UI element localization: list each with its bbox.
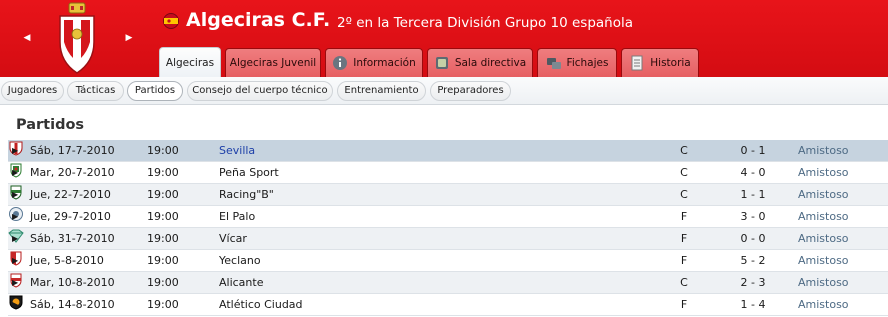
tab-label: Historia <box>650 57 691 69</box>
match-date: Jue, 29-7-2010 <box>30 210 111 223</box>
info-icon <box>333 56 348 70</box>
match-arrow-icon: ▶ <box>12 212 19 221</box>
tab-algeciras-juvenil[interactable]: Algeciras Juvenil <box>225 48 321 77</box>
subnav-bar: Jugadores Tácticas Partidos Consejo del … <box>0 77 888 105</box>
tab-label: Algeciras Juvenil <box>229 57 317 69</box>
match-venue: C <box>680 166 688 179</box>
club-league-position: 2º en la Tercera División Grupo 10 españ… <box>337 15 634 31</box>
opponent-name[interactable]: Alicante <box>219 272 263 294</box>
match-arrow-icon: ▶ <box>12 256 19 265</box>
tab-label: Información <box>353 57 416 69</box>
match-date: Mar, 20-7-2010 <box>30 166 115 179</box>
subnav-entrenamiento[interactable]: Entrenamiento <box>337 81 426 101</box>
match-arrow-icon: ▶ <box>12 146 19 155</box>
match-venue: C <box>680 276 688 289</box>
tab-sala-directiva[interactable]: Sala directiva <box>427 48 533 77</box>
match-time: 19:00 <box>147 188 179 201</box>
match-score[interactable]: 2 - 3 <box>730 272 776 294</box>
match-time: 19:00 <box>147 144 179 157</box>
match-row[interactable]: ▶ Jue, 5-8-2010 19:00 Yeclano F 5 - 2 Am… <box>8 250 888 272</box>
opponent-name[interactable]: Yeclano <box>219 250 261 272</box>
match-time: 19:00 <box>147 210 179 223</box>
match-arrow-icon: ▶ <box>12 300 19 309</box>
match-row[interactable]: ▶ Mar, 20-7-2010 19:00 Peña Sport C 4 - … <box>8 162 888 184</box>
match-row[interactable]: ▶ Sáb, 31-7-2010 19:00 Vícar F 0 - 0 Ami… <box>8 228 888 250</box>
subnav-tacticas[interactable]: Tácticas <box>67 81 124 101</box>
tab-label: Algeciras <box>165 56 215 69</box>
match-time: 19:00 <box>147 298 179 311</box>
match-time: 19:00 <box>147 276 179 289</box>
opponent-name[interactable]: Peña Sport <box>219 162 279 184</box>
subnav-preparadores[interactable]: Preparadores <box>430 81 511 101</box>
match-row[interactable]: ▶ Sáb, 17-7-2010 19:00 Sevilla C 0 - 1 A… <box>8 140 888 162</box>
match-competition[interactable]: Amistoso <box>798 140 849 162</box>
match-date: Sáb, 17-7-2010 <box>30 144 115 157</box>
opponent-name[interactable]: El Palo <box>219 206 255 228</box>
transfers-icon <box>546 58 561 69</box>
match-date: Sáb, 31-7-2010 <box>30 232 115 245</box>
match-competition[interactable]: Amistoso <box>798 272 849 294</box>
match-score[interactable]: 3 - 0 <box>730 206 776 228</box>
opponent-name[interactable]: Atlético Ciudad <box>219 294 303 316</box>
match-time: 19:00 <box>147 254 179 267</box>
tab-fichajes[interactable]: Fichajes <box>537 48 617 77</box>
spain-flag-icon <box>163 13 179 29</box>
match-score[interactable]: 4 - 0 <box>730 162 776 184</box>
match-score[interactable]: 1 - 1 <box>730 184 776 206</box>
history-icon <box>631 55 643 71</box>
matches-table: ▶ Sáb, 17-7-2010 19:00 Sevilla C 0 - 1 A… <box>8 140 888 316</box>
next-club-arrow-icon[interactable]: ▶ <box>122 31 136 45</box>
match-competition[interactable]: Amistoso <box>798 162 849 184</box>
match-date: Jue, 5-8-2010 <box>30 254 104 267</box>
match-score[interactable]: 0 - 1 <box>730 140 776 162</box>
tab-algeciras[interactable]: Algeciras <box>159 47 221 77</box>
match-venue: F <box>680 254 688 267</box>
match-competition[interactable]: Amistoso <box>798 250 849 272</box>
opponent-name[interactable]: Racing"B" <box>219 184 274 206</box>
match-competition[interactable]: Amistoso <box>798 206 849 228</box>
match-date: Sáb, 14-8-2010 <box>30 298 115 311</box>
section-title: Partidos <box>16 117 85 133</box>
match-arrow-icon: ▶ <box>12 234 19 243</box>
subnav-jugadores[interactable]: Jugadores <box>1 81 64 101</box>
opponent-name[interactable]: Sevilla <box>219 140 255 162</box>
opponent-name[interactable]: Vícar <box>219 228 247 250</box>
match-time: 19:00 <box>147 232 179 245</box>
match-arrow-icon: ▶ <box>12 168 19 177</box>
match-row[interactable]: ▶ Mar, 10-8-2010 19:00 Alicante C 2 - 3 … <box>8 272 888 294</box>
match-competition[interactable]: Amistoso <box>798 228 849 250</box>
tab-informacion[interactable]: Información <box>325 48 423 77</box>
boardroom-icon <box>435 57 448 69</box>
match-row[interactable]: ▶ Jue, 22-7-2010 19:00 Racing"B" C 1 - 1… <box>8 184 888 206</box>
match-time: 19:00 <box>147 166 179 179</box>
match-venue: F <box>680 298 688 311</box>
match-competition[interactable]: Amistoso <box>798 294 849 316</box>
match-date: Jue, 22-7-2010 <box>30 188 111 201</box>
subnav-partidos[interactable]: Partidos <box>127 81 183 101</box>
match-venue: C <box>680 144 688 157</box>
club-name: Algeciras C.F. <box>186 9 331 31</box>
match-row[interactable]: ▶ Jue, 29-7-2010 19:00 El Palo F 3 - 0 A… <box>8 206 888 228</box>
tab-historia[interactable]: Historia <box>621 48 699 77</box>
match-score[interactable]: 0 - 0 <box>730 228 776 250</box>
match-venue: F <box>680 210 688 223</box>
match-row[interactable]: ▶ Sáb, 14-8-2010 19:00 Atlético Ciudad F… <box>8 294 888 316</box>
tab-label: Fichajes <box>566 57 609 69</box>
tab-label: Sala directiva <box>454 57 527 69</box>
match-competition[interactable]: Amistoso <box>798 184 849 206</box>
match-venue: C <box>680 188 688 201</box>
match-score[interactable]: 5 - 2 <box>730 250 776 272</box>
subnav-consejo-cuerpo-tecnico[interactable]: Consejo del cuerpo técnico <box>187 81 333 101</box>
match-date: Mar, 10-8-2010 <box>30 276 115 289</box>
match-score[interactable]: 1 - 4 <box>730 294 776 316</box>
match-venue: F <box>680 232 688 245</box>
club-header: ◀ ▶ Algeciras C.F. 2º en la Tercera Divi… <box>0 0 888 77</box>
match-arrow-icon: ▶ <box>12 190 19 199</box>
match-arrow-icon: ▶ <box>12 278 19 287</box>
previous-club-arrow-icon[interactable]: ◀ <box>20 31 34 45</box>
club-crest-icon <box>59 2 95 74</box>
